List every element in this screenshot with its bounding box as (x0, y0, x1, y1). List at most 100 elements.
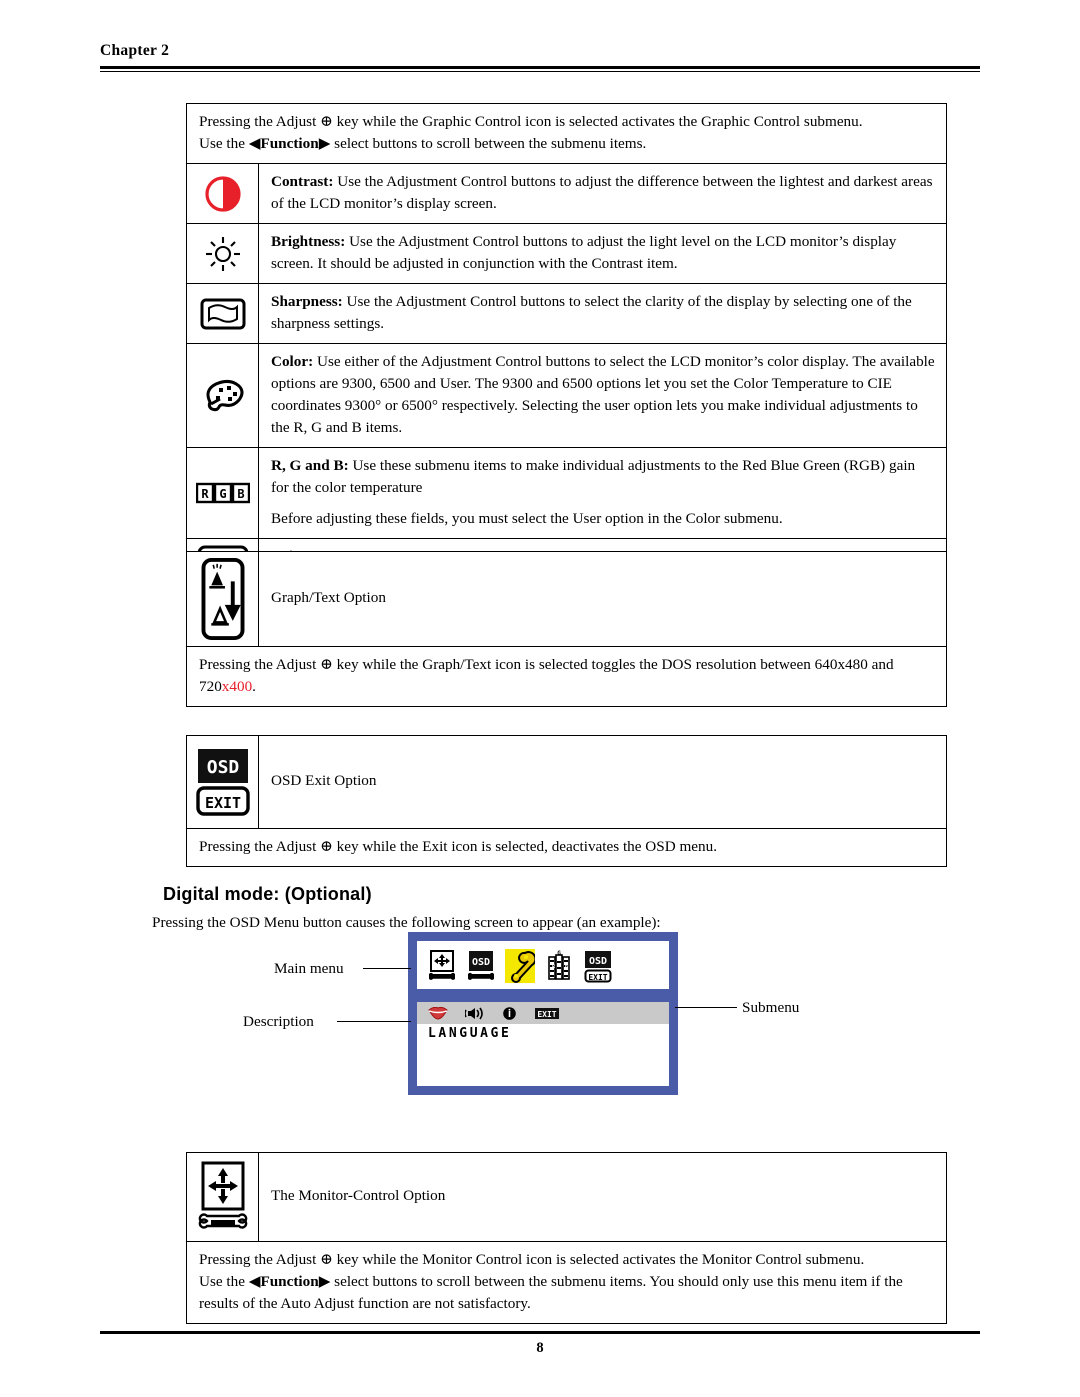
color-palette-icon (206, 379, 243, 411)
color-text: Use either of the Adjustment Control but… (271, 353, 935, 437)
table-row: Graph/Text Option (187, 552, 946, 647)
rgb-sliders-icon: G R B (548, 950, 570, 980)
contrast-text: Use the Adjustment Control buttons to ad… (271, 173, 933, 213)
table-row: Contrast: Use the Adjustment Control but… (187, 164, 946, 225)
lips-icon[interactable] (428, 1006, 448, 1020)
osd-screen-inner: OSD G R B OSD EXIT EXIT LANGUAGE (417, 941, 669, 1086)
osd-main-menu: OSD G R B OSD EXIT (417, 941, 669, 989)
table-row-note: Pressing the Adjust ⊕ key while the Exit… (187, 829, 946, 866)
table-row: Sharpness: Use the Adjustment Control bu… (187, 284, 946, 345)
osd-submenu-bar: EXIT (417, 1002, 669, 1024)
osd-example-screen: OSD G R B OSD EXIT EXIT LANGUAGE (408, 932, 678, 1095)
monitor-control-label: The Monitor-Control Option (271, 1187, 446, 1205)
rgb-icon-cell: R G B (187, 448, 259, 539)
osd-exit-icon: OSD (585, 950, 611, 968)
monitor-control-note: Pressing the Adjust ⊕ key while the Moni… (187, 1242, 946, 1323)
digital-mode-intro: Pressing the OSD Menu button causes the … (152, 914, 661, 931)
callout-submenu: Submenu (742, 999, 800, 1016)
graph-text-icon (201, 558, 244, 640)
brightness-description: Brightness: Use the Adjustment Control b… (259, 224, 946, 283)
leader-line-submenu (675, 1007, 737, 1008)
graph-text-table: Graph/Text Option Pressing the Adjust ⊕ … (186, 551, 947, 708)
function-button-label: ◀Function▶ (248, 135, 331, 153)
monitor-note-line-2-pre: Use the (199, 1273, 249, 1291)
exit-icon[interactable]: EXIT (534, 1007, 560, 1020)
graph-text-note-red: x400 (221, 678, 253, 696)
intro-line-1: Pressing the Adjust ⊕ key while the Grap… (199, 113, 863, 130)
monitor-note-line-1: Pressing the Adjust ⊕ key while the Moni… (199, 1251, 865, 1268)
chapter-title: Chapter 2 (100, 42, 170, 59)
color-palette-icon-cell (187, 344, 259, 448)
contrast-description: Contrast: Use the Adjustment Control but… (259, 164, 946, 223)
exit-icon: EXIT (584, 969, 612, 982)
osd-exit-note: Pressing the Adjust ⊕ key while the Exit… (199, 838, 718, 855)
graph-text-label: Graph/Text Option (271, 589, 386, 607)
svg-text:EXIT: EXIT (537, 1010, 556, 1019)
osd-description-area: LANGUAGE (417, 1024, 669, 1086)
page-number: 8 (536, 1340, 544, 1356)
osd-position-icon: OSD (469, 951, 493, 971)
osd-menu-item-monitor-control[interactable] (427, 950, 457, 982)
svg-text:OSD: OSD (472, 957, 490, 968)
osd-separator-band (417, 989, 669, 1002)
leader-line-main-menu (363, 968, 411, 969)
svg-text:EXIT: EXIT (588, 973, 607, 982)
brightness-icon-cell (187, 224, 259, 284)
table-row-intro: Pressing the Adjust ⊕ key while the Grap… (187, 104, 946, 165)
leader-line-description (337, 1021, 411, 1022)
svg-text:R: R (201, 487, 209, 501)
page-header: Chapter 2 (100, 42, 980, 72)
brightness-icon (205, 236, 240, 271)
table-row: OSD EXIT OSD Exit Option (187, 736, 946, 829)
monitor-control-icon (430, 950, 454, 972)
osd-menu-item-wrench[interactable] (505, 949, 535, 983)
rgb-description: R, G and B: Use these submenu items to m… (259, 448, 946, 538)
rgb-term: R, G and B: (271, 457, 349, 475)
graphic-control-intro: Pressing the Adjust ⊕ key while the Grap… (187, 104, 946, 163)
sharpness-description: Sharpness: Use the Adjustment Control bu… (259, 284, 946, 343)
osd-exit-icon-cell: OSD EXIT (187, 736, 259, 828)
info-icon[interactable] (502, 1006, 517, 1021)
rgb-icon: R G B (195, 483, 250, 504)
svg-text:OSD: OSD (206, 757, 239, 778)
bone-icon (429, 972, 455, 980)
table-row-note: Pressing the Adjust ⊕ key while the Moni… (187, 1242, 946, 1323)
monitor-control-table: The Monitor-Control Option Pressing the … (186, 1152, 947, 1325)
rgb-text: Use these submenu items to make individu… (271, 457, 916, 497)
rgb-text-2: Before adjusting these fields, you must … (271, 510, 783, 528)
osd-menu-item-osd-exit[interactable]: OSD EXIT (583, 950, 613, 983)
footer-rule (100, 1331, 980, 1334)
contrast-term: Contrast: (271, 173, 334, 191)
osd-exit-table: OSD EXIT OSD Exit Option Pressing the Ad… (186, 735, 947, 868)
svg-text:B: B (565, 964, 568, 970)
table-row: Color: Use either of the Adjustment Cont… (187, 344, 946, 449)
bone-icon (198, 1213, 247, 1229)
graph-text-note-pre: Pressing the Adjust ⊕ key while the Grap… (199, 656, 894, 696)
speaker-icon[interactable] (465, 1006, 485, 1021)
function-button-label: ◀Function▶ (248, 1273, 331, 1291)
contrast-icon (204, 175, 241, 212)
bone-icon (468, 972, 494, 980)
osd-menu-item-rgb-sliders[interactable]: G R B (544, 949, 574, 983)
sharpness-icon (200, 298, 245, 330)
color-term: Color: (271, 353, 314, 371)
table-row: Brightness: Use the Adjustment Control b… (187, 224, 946, 285)
sharpness-icon-cell (187, 284, 259, 344)
brightness-text: Use the Adjustment Control buttons to ad… (271, 233, 897, 273)
move-arrows-icon (201, 1161, 244, 1211)
monitor-control-icon-cell (187, 1153, 259, 1241)
header-rule-thin (100, 71, 980, 72)
header-rule-thick (100, 66, 980, 69)
callout-main-menu: Main menu (274, 960, 344, 977)
svg-text:B: B (237, 487, 244, 501)
table-row: R G B R, G and B: Use these submenu item… (187, 448, 946, 540)
osd-menu-item-osd-position[interactable]: OSD (466, 950, 496, 982)
sharpness-text: Use the Adjustment Control buttons to se… (271, 293, 912, 333)
contrast-icon-cell (187, 164, 259, 224)
brightness-term: Brightness: (271, 233, 346, 251)
graph-text-note-post: . (252, 678, 256, 696)
exit-icon: EXIT (195, 786, 250, 816)
osd-exit-label: OSD Exit Option (271, 772, 377, 790)
digital-mode-heading: Digital mode: (Optional) (163, 884, 372, 904)
svg-text:G: G (219, 487, 226, 501)
